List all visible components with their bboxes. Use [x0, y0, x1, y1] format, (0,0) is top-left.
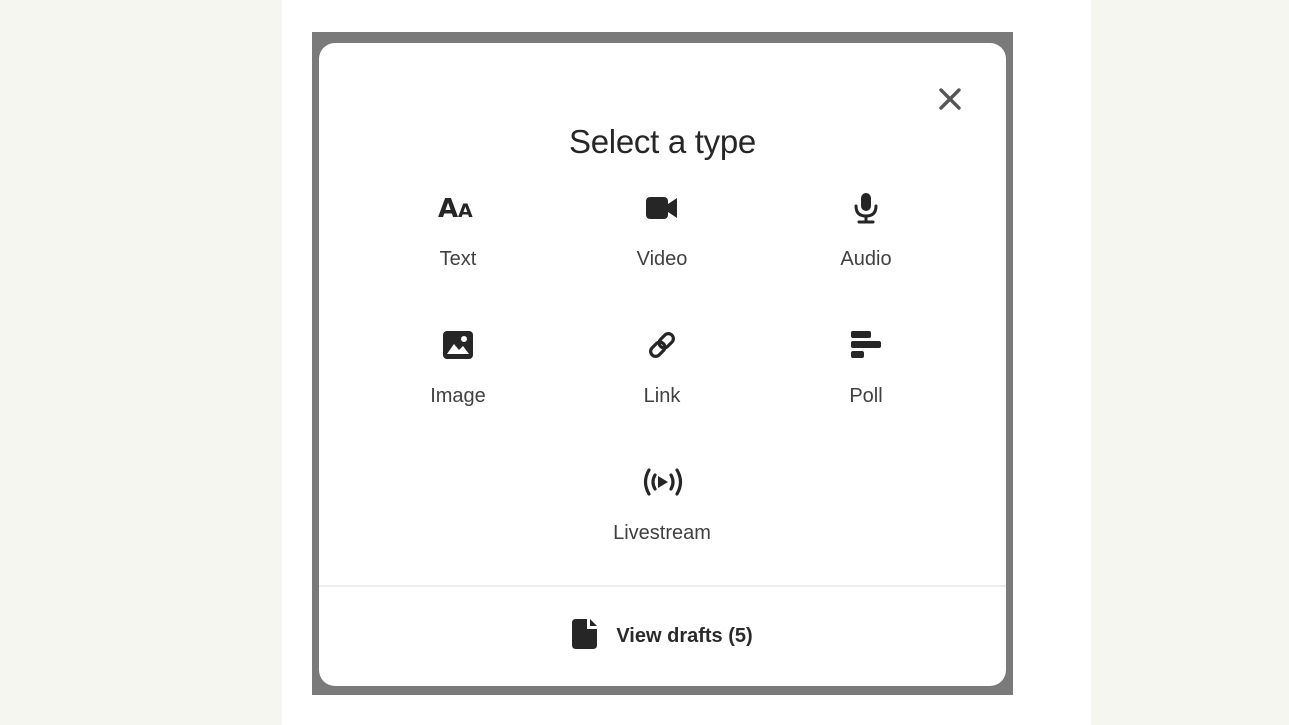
- type-option-video[interactable]: Video: [587, 186, 737, 296]
- select-type-dialog: Select a type A A Text Video Audio Image…: [319, 43, 1006, 686]
- view-drafts-button[interactable]: View drafts (5): [319, 587, 1006, 686]
- microphone-icon: [844, 186, 888, 230]
- type-option-label: Image: [430, 385, 486, 407]
- type-options-grid: A A Text Video Audio Image Link Poll Liv…: [319, 43, 1006, 603]
- type-option-label: Link: [643, 385, 681, 407]
- image-icon: [436, 323, 480, 367]
- type-option-label: Livestream: [613, 522, 711, 544]
- svg-text:A: A: [438, 194, 458, 223]
- type-option-label: Audio: [840, 248, 892, 270]
- type-option-audio[interactable]: Audio: [791, 186, 941, 296]
- type-option-text[interactable]: A A Text: [383, 186, 533, 296]
- type-option-poll[interactable]: Poll: [791, 323, 941, 433]
- type-option-image[interactable]: Image: [383, 323, 533, 433]
- view-drafts-label: View drafts (5): [616, 625, 753, 647]
- type-option-livestream[interactable]: Livestream: [587, 460, 737, 570]
- livestream-icon: [640, 460, 684, 504]
- video-camera-icon: [640, 186, 684, 230]
- type-option-label: Video: [636, 248, 688, 270]
- text-format-icon: A A: [436, 186, 480, 230]
- type-option-link[interactable]: Link: [587, 323, 737, 433]
- document-icon: [572, 619, 598, 654]
- svg-text:A: A: [458, 200, 473, 222]
- type-option-label: Text: [439, 248, 477, 270]
- type-option-label: Poll: [849, 385, 883, 407]
- poll-icon: [844, 323, 888, 367]
- link-icon: [640, 323, 684, 367]
